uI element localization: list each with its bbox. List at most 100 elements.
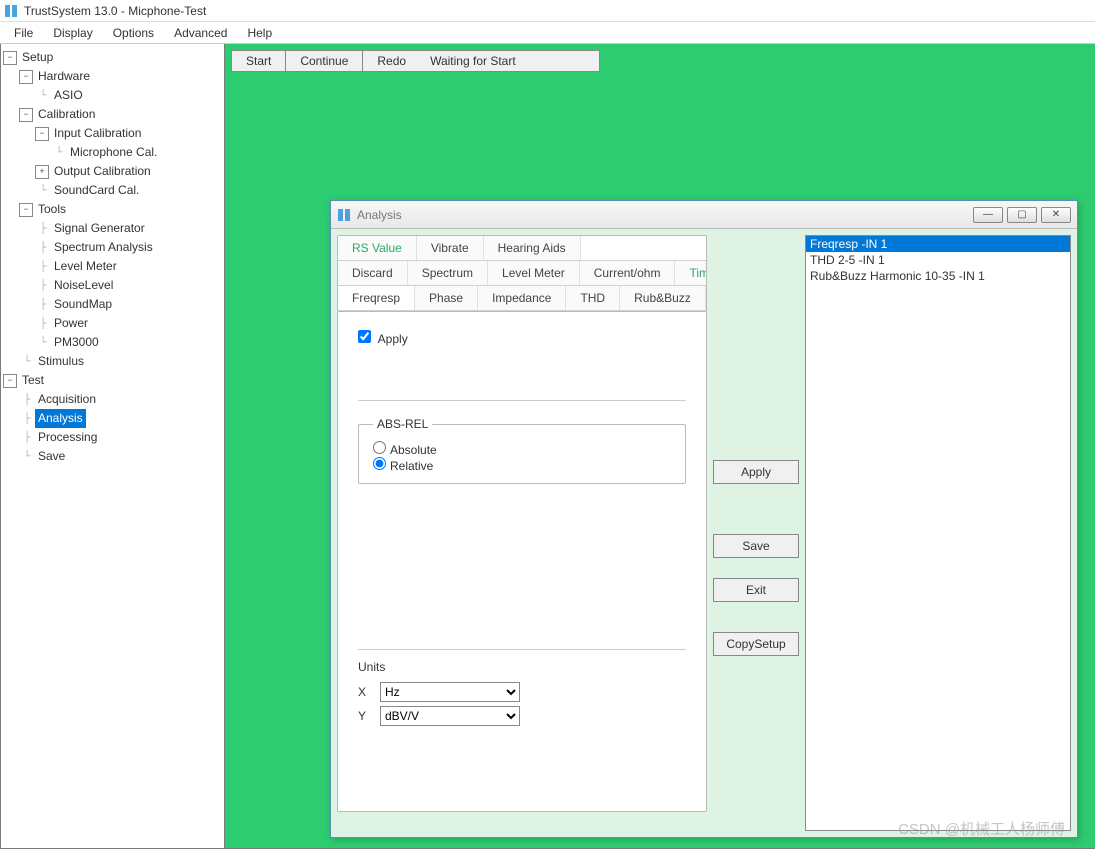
toolbar: Start Continue Redo Waiting for Start [231,50,1095,72]
tree-soundmap[interactable]: SoundMap [51,295,115,314]
tree-connector-icon: ├ [35,220,51,237]
collapse-icon[interactable]: − [19,203,33,217]
save-button[interactable]: Save [713,534,799,558]
minimize-icon[interactable]: — [973,207,1003,223]
tab-freqresp[interactable]: Freqresp [338,286,415,310]
collapse-icon[interactable]: − [19,108,33,122]
tree-panel[interactable]: −Setup −Hardware └ASIO −Calibration −Inp… [0,44,225,849]
collapse-icon[interactable]: − [35,127,49,141]
list-item[interactable]: Rub&Buzz Harmonic 10-35 -IN 1 [806,268,1070,284]
tab-spectrum[interactable]: Spectrum [408,261,488,285]
tree-soundcard-cal[interactable]: SoundCard Cal. [51,181,142,200]
menu-display[interactable]: Display [43,24,102,42]
tab-thd[interactable]: THD [566,286,620,310]
tab-times[interactable]: Times [675,261,707,285]
dialog-title: Analysis [357,208,973,222]
tree-connector-icon: ├ [19,391,35,408]
collapse-icon[interactable]: − [3,51,17,65]
collapse-icon[interactable]: − [19,70,33,84]
tree-connector-icon: ├ [35,258,51,275]
tab-content: Apply ABS-REL Absolute Relative Units X … [337,312,707,812]
absolute-radio[interactable] [373,441,386,454]
tree-signal-gen[interactable]: Signal Generator [51,219,148,238]
collapse-icon[interactable]: − [3,374,17,388]
tree-pm3000[interactable]: PM3000 [51,333,102,352]
redo-button[interactable]: Redo [362,50,420,72]
app-icon [337,208,351,222]
units-y-label: Y [358,709,372,723]
absrel-group: ABS-REL Absolute Relative [358,417,686,484]
maximize-icon[interactable]: ▢ [1007,207,1037,223]
tree-level[interactable]: Level Meter [51,257,120,276]
tree-asio[interactable]: ASIO [51,86,86,105]
copysetup-button[interactable]: CopySetup [713,632,799,656]
tab-vibrate[interactable]: Vibrate [417,236,484,260]
tree-input-cal[interactable]: Input Calibration [51,124,144,143]
tree-connector-icon: ├ [19,429,35,446]
tab-discard[interactable]: Discard [338,261,408,285]
tree-calibration[interactable]: Calibration [35,105,98,124]
continue-button[interactable]: Continue [285,50,362,72]
dialog-title-bar[interactable]: Analysis — ▢ ✕ [331,201,1077,229]
tree-connector-icon: └ [35,334,51,351]
list-item[interactable]: THD 2-5 -IN 1 [806,252,1070,268]
apply-checkbox[interactable] [358,330,371,343]
tree-setup[interactable]: Setup [19,48,56,67]
units-x-select[interactable]: Hz [380,682,520,702]
app-icon [4,4,18,18]
tree-noise[interactable]: NoiseLevel [51,276,116,295]
tree-output-cal[interactable]: Output Calibration [51,162,154,181]
menu-help[interactable]: Help [237,24,282,42]
apply-checkbox-label: Apply [378,332,408,346]
apply-checkbox-row[interactable]: Apply [358,332,408,346]
tree-analysis[interactable]: Analysis [35,409,86,428]
tree-connector-icon: └ [19,448,35,465]
tree-connector-icon: ├ [35,315,51,332]
units-y-select[interactable]: dBV/V [380,706,520,726]
tree-connector-icon: └ [51,144,67,161]
relative-radio[interactable] [373,457,386,470]
tree-connector-icon: ├ [19,410,35,427]
analysis-dialog: Analysis — ▢ ✕ RS Value Vibrate Hearing … [330,200,1078,838]
absolute-radio-row[interactable]: Absolute [373,443,437,457]
menu-advanced[interactable]: Advanced [164,24,237,42]
list-item[interactable]: Freqresp -IN 1 [806,236,1070,252]
units-legend: Units [358,660,686,674]
tab-level-meter[interactable]: Level Meter [488,261,580,285]
tree-processing[interactable]: Processing [35,428,100,447]
tree-test[interactable]: Test [19,371,47,390]
exit-button[interactable]: Exit [713,578,799,602]
close-icon[interactable]: ✕ [1041,207,1071,223]
tree-hardware[interactable]: Hardware [35,67,93,86]
relative-radio-row[interactable]: Relative [373,459,433,473]
tree-mic-cal[interactable]: Microphone Cal. [67,143,160,162]
tree-connector-icon: ├ [35,277,51,294]
expand-icon[interactable]: + [35,165,49,179]
menu-file[interactable]: File [4,24,43,42]
tree-stimulus[interactable]: Stimulus [35,352,87,371]
absrel-legend: ABS-REL [373,417,432,431]
tree-save[interactable]: Save [35,447,68,466]
tab-phase[interactable]: Phase [415,286,478,310]
tab-current-ohm[interactable]: Current/ohm [580,261,676,285]
tab-impedance[interactable]: Impedance [478,286,566,310]
tab-control: RS Value Vibrate Hearing Aids Discard Sp… [337,235,707,312]
tree-acquisition[interactable]: Acquisition [35,390,99,409]
window-title: TrustSystem 13.0 - Micphone-Test [24,4,206,18]
units-x-label: X [358,685,372,699]
tree-connector-icon: └ [35,182,51,199]
tab-hearing-aids[interactable]: Hearing Aids [484,236,581,260]
tab-rs-value[interactable]: RS Value [338,236,417,260]
tab-rubbuzz[interactable]: Rub&Buzz [620,286,706,310]
start-button[interactable]: Start [231,50,285,72]
tree-connector-icon: └ [35,87,51,104]
tree-connector-icon: ├ [35,239,51,256]
apply-button[interactable]: Apply [713,460,799,484]
tree-connector-icon: └ [19,353,35,370]
tree-power[interactable]: Power [51,314,91,333]
title-bar: TrustSystem 13.0 - Micphone-Test [0,0,1095,22]
tree-tools[interactable]: Tools [35,200,69,219]
tree-spectrum[interactable]: Spectrum Analysis [51,238,156,257]
menu-options[interactable]: Options [103,24,164,42]
analysis-list[interactable]: Freqresp -IN 1 THD 2-5 -IN 1 Rub&Buzz Ha… [805,235,1071,831]
